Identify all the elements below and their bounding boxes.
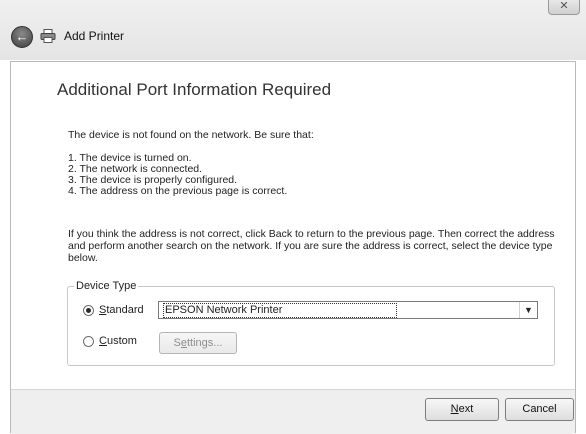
dropdown-arrow-icon[interactable]: ▼: [519, 302, 537, 318]
device-type-legend: Device Type: [76, 280, 137, 292]
device-type-group: Device Type: [67, 280, 555, 366]
device-type-select[interactable]: EPSON Network Printer ▼: [158, 301, 538, 319]
cancel-button[interactable]: Cancel: [505, 398, 574, 421]
intro-text: The device is not found on the network. …: [68, 129, 314, 141]
next-button[interactable]: Next: [425, 398, 499, 421]
radio-unselected-icon[interactable]: [83, 335, 94, 347]
custom-radio[interactable]: Custom: [83, 335, 137, 347]
back-button[interactable]: ←: [11, 26, 33, 48]
select-value: EPSON Network Printer: [163, 303, 398, 318]
divider: [10, 61, 576, 62]
close-icon: ✕: [559, 0, 569, 12]
window-title: Add Printer: [64, 29, 125, 43]
settings-button[interactable]: Settings...: [159, 332, 237, 354]
close-button[interactable]: ✕: [548, 0, 580, 15]
checklist: 1. The device is turned on. 2. The netwo…: [68, 153, 287, 197]
printer-icon: [40, 29, 56, 43]
radio-selected-icon[interactable]: [83, 304, 94, 316]
instructions-text: If you think the address is not correct,…: [68, 228, 555, 264]
divider: [10, 61, 11, 433]
list-item: 4. The address on the previous page is c…: [68, 185, 288, 197]
page-title: Additional Port Information Required: [57, 80, 332, 99]
back-arrow-icon: ←: [15, 29, 29, 44]
standard-radio[interactable]: Standard: [83, 304, 144, 316]
divider: [575, 61, 576, 433]
standard-label: Standard: [99, 304, 144, 316]
custom-label: Custom: [99, 335, 137, 347]
